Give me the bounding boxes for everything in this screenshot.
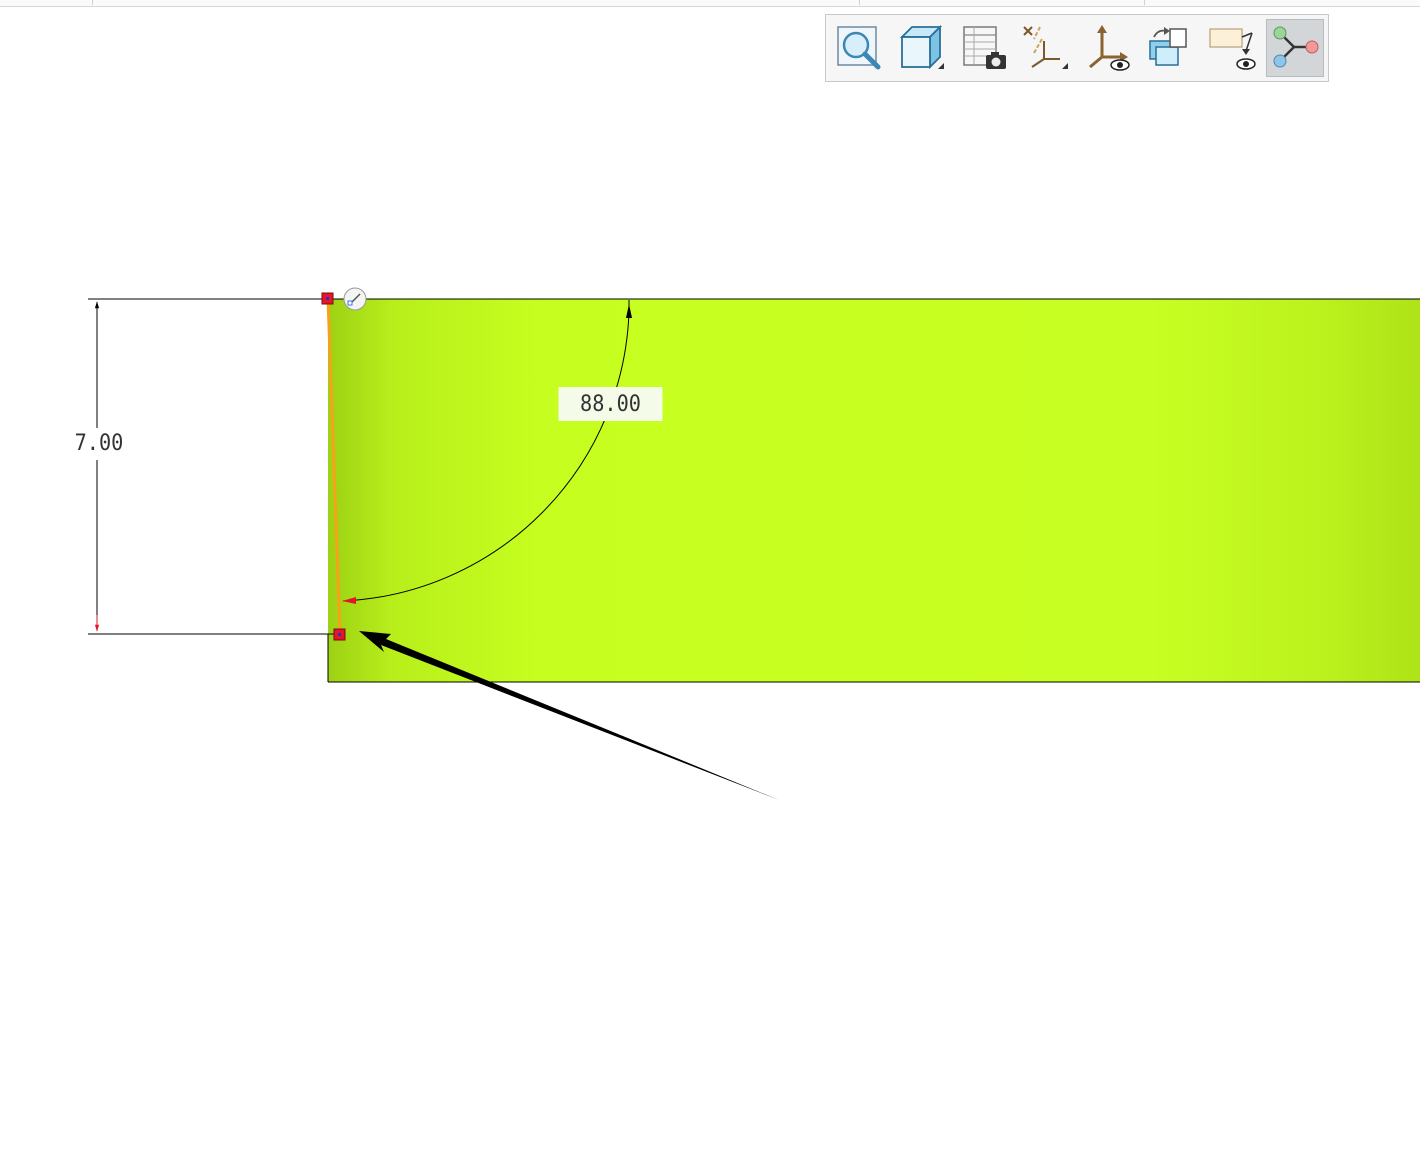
- graphics-toolbar: [825, 14, 1329, 82]
- zoom-to-fit-button[interactable]: [830, 19, 888, 77]
- line-endpoint-handle-bottom-center: [338, 633, 341, 636]
- angle-dimension-value[interactable]: 88.00: [558, 387, 663, 421]
- sketch-display-button[interactable]: [1266, 19, 1324, 77]
- part-surface[interactable]: [328, 299, 1420, 682]
- height-dimension-value[interactable]: 7.00: [67, 428, 131, 458]
- zoom-to-fit-icon: [837, 26, 881, 70]
- display-style-icon: [899, 24, 944, 70]
- csys-display-icon: [1089, 25, 1130, 71]
- line-endpoint-handle-top-center: [326, 297, 329, 300]
- datum-display-icon: [1023, 26, 1068, 69]
- csys-display-button[interactable]: [1078, 19, 1136, 77]
- saved-views-button[interactable]: [954, 19, 1012, 77]
- annotation-display-button[interactable]: [1140, 19, 1198, 77]
- datum-display-button[interactable]: [1016, 19, 1074, 77]
- sketch-view-button[interactable]: [1202, 19, 1260, 77]
- sketch-view-icon: [1209, 28, 1256, 70]
- sketch-canvas[interactable]: [0, 0, 1420, 1152]
- saved-views-icon: [963, 26, 1006, 69]
- edit-handle-icon[interactable]: [343, 287, 367, 311]
- display-style-button[interactable]: [892, 19, 950, 77]
- annotation-display-icon: [1149, 27, 1187, 66]
- sketch-display-icon: [1273, 26, 1319, 68]
